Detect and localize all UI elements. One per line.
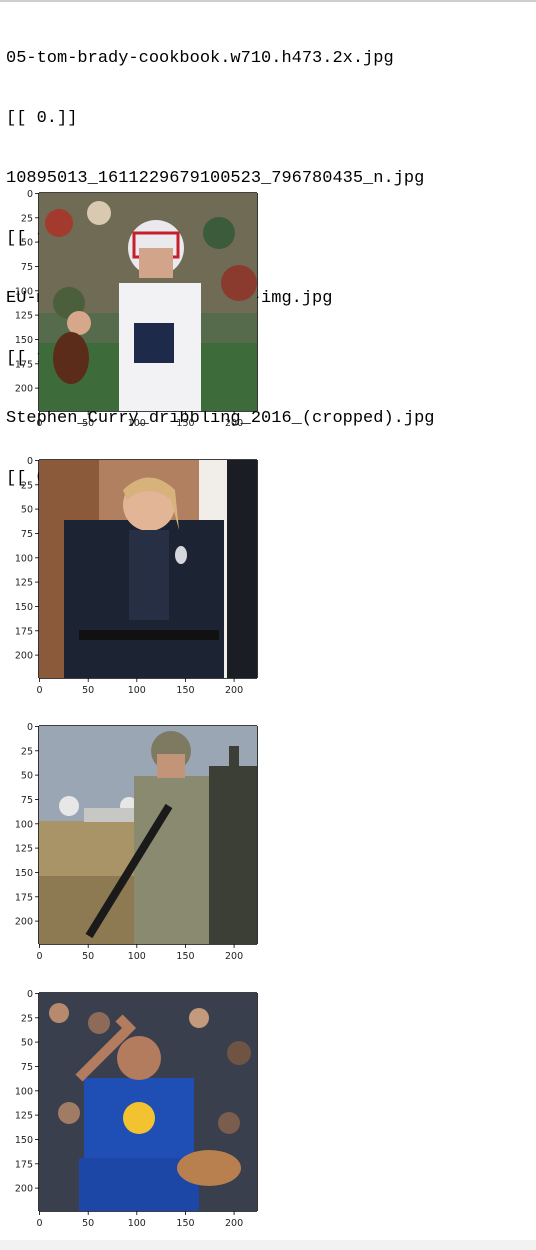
y-tick-label: 175 <box>15 1159 33 1170</box>
x-axis: 0 50 100 150 200 <box>36 678 243 696</box>
y-tick-label: 175 <box>15 892 33 903</box>
y-tick-label: 0 <box>27 722 33 733</box>
y-tick-label: 150 <box>15 868 33 879</box>
x-tick-label: 200 <box>225 685 243 696</box>
y-axis: 0 25 50 75 100 125 150 175 200 <box>15 456 39 662</box>
y-tick-label: 200 <box>15 651 33 662</box>
y-tick-label: 125 <box>15 311 33 322</box>
image-plot-1: 0 25 50 75 100 125 150 175 200 0 50 100 … <box>0 187 270 437</box>
y-tick-label: 100 <box>15 286 33 297</box>
x-tick-label: 0 <box>36 418 42 429</box>
y-tick-label: 25 <box>21 480 33 491</box>
y-tick-label: 50 <box>21 771 33 782</box>
image-plot-svg: 0 25 50 75 100 125 150 175 200 0 50 100 … <box>15 189 258 429</box>
y-tick-label: 175 <box>15 626 33 637</box>
x-tick-label: 100 <box>128 685 146 696</box>
image-plot-4: 0 25 50 75 100 125 150 175 200 0 50 100 … <box>0 987 270 1237</box>
x-tick-label: 200 <box>225 418 243 429</box>
x-tick-label: 0 <box>36 951 42 962</box>
x-tick-label: 50 <box>82 418 94 429</box>
x-tick-label: 200 <box>225 1218 243 1229</box>
image-area <box>39 993 257 1211</box>
x-tick-label: 0 <box>36 1218 42 1229</box>
image-plot-3: 0 25 50 75 100 125 150 175 200 0 50 100 … <box>0 720 270 970</box>
y-tick-label: 0 <box>27 989 33 1000</box>
y-tick-label: 0 <box>27 189 33 200</box>
y-axis: 0 25 50 75 100 125 150 175 200 <box>15 722 39 928</box>
y-tick-label: 100 <box>15 553 33 564</box>
output-line-filename: 10895013_1611229679100523_796780435_n.jp… <box>6 169 425 188</box>
y-tick-label: 50 <box>21 505 33 516</box>
output-line-filename: 05-tom-brady-cookbook.w710.h473.2x.jpg <box>6 49 394 68</box>
image-plot-2: 0 25 50 75 100 125 150 175 200 0 50 100 … <box>0 454 270 704</box>
y-tick-label: 75 <box>21 529 33 540</box>
image-plot-svg: 0 25 50 75 100 125 150 175 200 0 50 100 … <box>15 989 258 1229</box>
image-plot-svg: 0 25 50 75 100 125 150 175 200 0 50 100 … <box>15 456 258 696</box>
y-tick-label: 150 <box>15 1135 33 1146</box>
x-tick-label: 100 <box>128 418 146 429</box>
y-tick-label: 25 <box>21 213 33 224</box>
y-tick-label: 175 <box>15 359 33 370</box>
x-axis: 0 50 100 150 200 <box>36 411 243 429</box>
y-tick-label: 25 <box>21 1013 33 1024</box>
x-tick-label: 100 <box>128 951 146 962</box>
y-tick-label: 125 <box>15 844 33 855</box>
y-tick-label: 150 <box>15 602 33 613</box>
image-area <box>39 726 257 944</box>
y-axis: 0 25 50 75 100 125 150 175 200 <box>15 189 39 395</box>
y-axis: 0 25 50 75 100 125 150 175 200 <box>15 989 39 1195</box>
y-tick-label: 75 <box>21 795 33 806</box>
y-tick-label: 25 <box>21 746 33 757</box>
y-tick-label: 200 <box>15 1184 33 1195</box>
y-tick-label: 100 <box>15 819 33 830</box>
output-line-prediction: [[ 0.]] <box>6 109 78 128</box>
x-tick-label: 150 <box>176 418 194 429</box>
y-tick-label: 125 <box>15 578 33 589</box>
x-tick-label: 200 <box>225 951 243 962</box>
x-tick-label: 0 <box>36 685 42 696</box>
y-tick-label: 0 <box>27 456 33 467</box>
top-border <box>0 0 536 2</box>
y-tick-label: 200 <box>15 384 33 395</box>
bottom-scroll-area <box>0 1240 536 1250</box>
x-tick-label: 50 <box>82 1218 94 1229</box>
x-tick-label: 50 <box>82 951 94 962</box>
y-tick-label: 100 <box>15 1086 33 1097</box>
y-tick-label: 125 <box>15 1111 33 1122</box>
image-area <box>39 460 257 678</box>
x-tick-label: 100 <box>128 1218 146 1229</box>
x-tick-label: 150 <box>176 951 194 962</box>
image-plot-svg: 0 25 50 75 100 125 150 175 200 0 50 100 … <box>15 722 258 962</box>
image-area <box>39 193 257 411</box>
x-tick-label: 150 <box>176 1218 194 1229</box>
y-tick-label: 150 <box>15 335 33 346</box>
y-tick-label: 200 <box>15 917 33 928</box>
x-axis: 0 50 100 150 200 <box>36 944 243 962</box>
y-tick-label: 75 <box>21 1062 33 1073</box>
x-axis: 0 50 100 150 200 <box>36 1211 243 1229</box>
y-tick-label: 50 <box>21 238 33 249</box>
y-tick-label: 75 <box>21 262 33 273</box>
x-tick-label: 50 <box>82 685 94 696</box>
x-tick-label: 150 <box>176 685 194 696</box>
y-tick-label: 50 <box>21 1038 33 1049</box>
